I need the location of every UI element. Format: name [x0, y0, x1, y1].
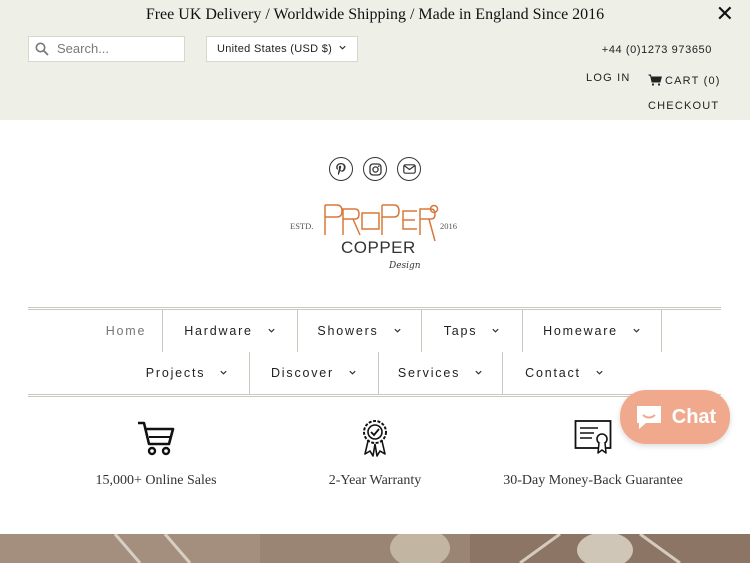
chevron-down-icon — [393, 324, 402, 338]
nav-taps[interactable]: Taps — [421, 310, 522, 352]
nav-contact[interactable]: Contact — [502, 352, 626, 394]
nav-bottom-rule — [28, 394, 721, 395]
logo-design-text: Design — [388, 261, 421, 271]
phone-number[interactable]: +44 (0)1273 973650 — [602, 44, 712, 56]
chevron-down-icon — [491, 324, 500, 338]
pinterest-icon[interactable] — [329, 157, 353, 181]
nav-bottom-rule-2 — [28, 396, 721, 397]
nav-services[interactable]: Services — [378, 352, 502, 394]
feature-label: 30-Day Money-Back Guarantee — [503, 473, 683, 488]
nav-discover[interactable]: Discover — [249, 352, 378, 394]
nav-contact-label: Contact — [525, 366, 581, 380]
checkout-link[interactable]: CHECKOUT — [648, 100, 719, 112]
svg-text:ESTD.: ESTD. — [290, 221, 313, 231]
chevron-down-icon — [632, 324, 641, 338]
hero-image — [0, 534, 750, 563]
cart-icon — [46, 418, 266, 458]
logo-copper-text: COPPER — [341, 238, 416, 257]
top-bar: Free UK Delivery / Worldwide Shipping / … — [0, 0, 750, 120]
feature-warranty: 2-Year Warranty — [265, 418, 485, 489]
nav-hardware-label: Hardware — [184, 324, 253, 338]
chat-button[interactable]: Chat — [620, 390, 730, 444]
currency-select[interactable]: United States (USD $) — [206, 36, 358, 62]
feature-label: 2-Year Warranty — [328, 473, 422, 488]
cart-label: CART (0) — [665, 75, 721, 87]
email-icon[interactable] — [397, 157, 421, 181]
currency-value: United States (USD $) — [217, 43, 333, 55]
nav-showers-label: Showers — [317, 324, 379, 338]
nav-hardware[interactable]: Hardware — [162, 310, 297, 352]
award-ribbon-icon — [265, 418, 485, 458]
search-box[interactable] — [28, 36, 185, 62]
instagram-icon[interactable] — [363, 157, 387, 181]
chevron-down-icon — [338, 43, 347, 55]
close-icon[interactable]: ✕ — [716, 4, 734, 26]
logo-proper-wordmark — [324, 204, 439, 242]
chevron-down-icon — [474, 366, 483, 380]
chevron-down-icon — [219, 366, 228, 380]
chat-bubble-icon — [636, 406, 661, 429]
chevron-down-icon — [348, 366, 357, 380]
nav-projects[interactable]: Projects — [125, 352, 249, 394]
nav-discover-label: Discover — [270, 366, 335, 380]
chevron-down-icon — [267, 324, 276, 338]
svg-text:2016: 2016 — [440, 221, 457, 231]
nav-taps-label: Taps — [443, 324, 478, 338]
login-link[interactable]: LOG IN — [586, 72, 631, 84]
site-logo[interactable]: ESTD. 2016 COPPER Design — [285, 195, 465, 275]
nav-projects-label: Projects — [145, 366, 206, 380]
nav-home-label: Home — [105, 324, 147, 338]
nav-top-rule — [28, 307, 721, 308]
social-links — [329, 157, 423, 183]
nav-services-label: Services — [397, 366, 461, 380]
search-icon — [35, 42, 49, 61]
feature-online-sales: 15,000+ Online Sales — [46, 418, 266, 489]
cart-link[interactable]: CART (0) — [648, 72, 721, 87]
search-input[interactable] — [55, 40, 179, 57]
nav-homeware[interactable]: Homeware — [522, 310, 662, 352]
chat-label: Chat — [671, 405, 717, 428]
feature-label: 15,000+ Online Sales — [95, 473, 217, 488]
chevron-down-icon — [595, 366, 604, 380]
cart-icon — [648, 74, 662, 86]
announcement-text: Free UK Delivery / Worldwide Shipping / … — [145, 6, 605, 23]
nav-homeware-label: Homeware — [543, 324, 618, 338]
nav-showers[interactable]: Showers — [297, 310, 421, 352]
nav-home[interactable]: Home — [90, 310, 162, 352]
